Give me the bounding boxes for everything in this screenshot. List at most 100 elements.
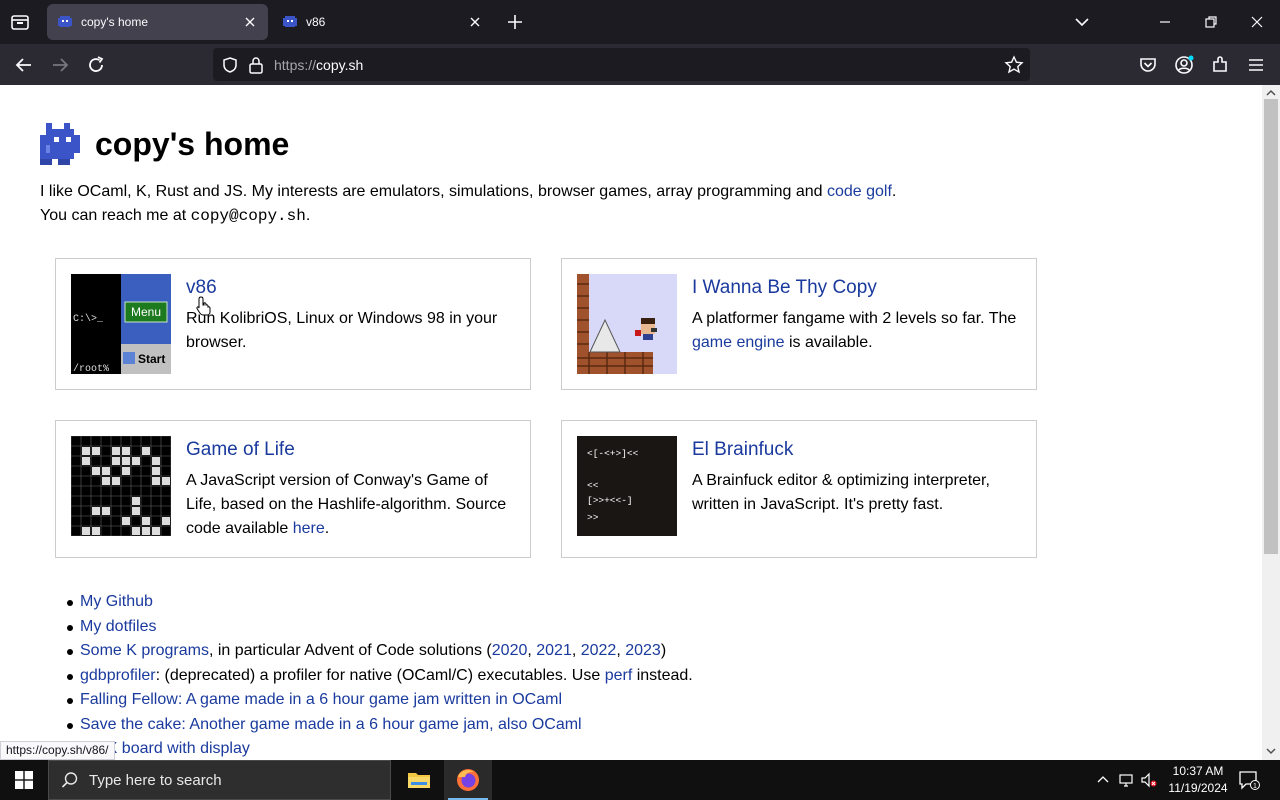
life-cell [102, 507, 110, 515]
hand-cursor-icon [196, 296, 211, 316]
scrollbar-thumb[interactable] [1264, 99, 1278, 554]
perf-link[interactable]: perf [605, 667, 633, 684]
aoc-2021-link[interactable]: 2021 [536, 642, 572, 659]
list-item: Falling Fellow: A game made in a 6 hour … [67, 688, 693, 713]
life-cell [132, 507, 140, 515]
life-cell [162, 517, 170, 525]
url-text[interactable]: https://copy.sh [274, 57, 363, 73]
card-title-iwbtc[interactable]: I Wanna Be Thy Copy [692, 277, 877, 299]
v86-thumbnail[interactable]: Menu C:\>_ /root% Start [71, 274, 171, 374]
life-cell [82, 457, 90, 465]
card-desc-game-of-life: A JavaScript version of Conway's Game of… [186, 472, 507, 537]
url-bar[interactable]: https://copy.sh [213, 48, 1030, 81]
card-title-game-of-life[interactable]: Game of Life [186, 439, 295, 461]
clock-time: 10:37 AM [1172, 764, 1224, 778]
life-cell [102, 477, 110, 485]
list-item: Some K programs, in particular Advent of… [67, 639, 693, 664]
aoc-2022-link[interactable]: 2022 [581, 642, 617, 659]
intro-line-1: I like OCaml, K, Rust and JS. My interes… [40, 183, 897, 200]
volume-muted-icon[interactable] [1141, 772, 1157, 788]
account-icon[interactable] [1173, 54, 1195, 76]
firefox-icon [457, 769, 479, 791]
taskbar-firefox[interactable] [444, 760, 492, 800]
bookmark-star-icon[interactable] [1004, 55, 1024, 75]
lock-icon[interactable] [248, 56, 264, 74]
game-engine-link[interactable]: game engine [692, 334, 785, 351]
intro-line-2: You can reach me at copy@copy.sh. [40, 207, 311, 225]
taskbar-search-box[interactable]: Type here to search [48, 760, 391, 800]
code-golf-link[interactable]: code golf [827, 183, 892, 200]
restore-icon[interactable] [1201, 12, 1221, 32]
scroll-up-icon[interactable] [1266, 88, 1276, 98]
new-tab-icon[interactable] [505, 12, 525, 32]
tray-chevron-up-icon[interactable] [1095, 772, 1111, 788]
save-the-cake-link[interactable]: Save the cake: Another game made in a 6 … [80, 716, 582, 733]
chevron-down-icon[interactable] [1072, 12, 1092, 32]
list-item: ...LIX board with display [67, 737, 693, 760]
v86-thumb-root: /root% [73, 363, 109, 374]
pocket-icon[interactable] [1137, 54, 1159, 76]
windows-logo-icon [15, 771, 33, 789]
links-list: My Github My dotfiles Some K programs, i… [67, 590, 693, 760]
start-button[interactable] [0, 760, 48, 800]
page-scrollbar[interactable] [1262, 85, 1280, 760]
life-cell [132, 527, 140, 535]
falling-fellow-link[interactable]: Falling Fellow: A game made in a 6 hour … [80, 691, 562, 708]
brainfuck-thumbnail[interactable]: <[-<+>]<< << [>>+<<-] >> [577, 436, 677, 536]
v86-thumb-prompt: C:\>_ [73, 313, 104, 325]
list-item: My dotfiles [67, 615, 693, 640]
close-tab-icon[interactable] [242, 14, 258, 30]
life-cell [122, 517, 130, 525]
aoc-2020-link[interactable]: 2020 [492, 642, 528, 659]
network-icon[interactable] [1118, 772, 1134, 788]
taskbar-clock[interactable]: 10:37 AM 11/19/2024 [1158, 763, 1238, 797]
close-tab-icon[interactable] [467, 14, 483, 30]
card-title-el-brainfuck[interactable]: El Brainfuck [692, 439, 793, 461]
page-header: copy's home [40, 123, 289, 165]
gdbprofiler-link[interactable]: gdbprofiler [80, 667, 156, 684]
close-window-icon[interactable] [1247, 12, 1267, 32]
v86-favicon-icon [283, 16, 297, 27]
copy-logo-icon [40, 123, 80, 165]
notification-count: 1 [1253, 783, 1257, 790]
extensions-icon[interactable] [1209, 54, 1231, 76]
bf-line-1: <[-<+>]<< [587, 448, 639, 459]
tab-list-icon[interactable] [8, 10, 32, 34]
tab-title: copy's home [81, 15, 148, 29]
reload-icon[interactable] [85, 54, 107, 76]
github-link[interactable]: My Github [80, 593, 153, 610]
notification-icon: 1 [1239, 771, 1260, 790]
k-programs-link[interactable]: Some K programs [80, 642, 209, 659]
forward-icon[interactable] [49, 54, 71, 76]
source-here-link[interactable]: here [293, 520, 325, 537]
bf-line-3: << [587, 480, 599, 491]
email-text: copy@copy.sh [190, 207, 306, 225]
card-desc-v86: Run KolibriOS, Linux or Windows 98 in yo… [186, 310, 498, 351]
card-game-of-life: Game of Life A JavaScript version of Con… [55, 420, 531, 558]
scroll-down-icon[interactable] [1266, 746, 1276, 756]
life-cell [92, 507, 100, 515]
life-cell [92, 527, 100, 535]
clock-date: 11/19/2024 [1168, 781, 1228, 795]
taskbar-file-explorer[interactable] [395, 760, 443, 800]
minimize-icon[interactable] [1155, 12, 1175, 32]
iwbtc-thumbnail[interactable] [577, 274, 677, 374]
list-item: My Github [67, 590, 693, 615]
tab-v86[interactable]: v86 [272, 4, 493, 40]
game-of-life-thumbnail[interactable] [71, 436, 171, 536]
card-el-brainfuck: <[-<+>]<< << [>>+<<-] >> El Brainfuck A … [561, 420, 1037, 558]
page-content: copy's home I like OCaml, K, Rust and JS… [0, 85, 1262, 760]
nav-bar: https://copy.sh [0, 44, 1280, 85]
dotfiles-link[interactable]: My dotfiles [80, 618, 156, 635]
notification-center-button[interactable]: 1 [1238, 770, 1260, 790]
life-cell [132, 497, 140, 505]
tracking-shield-icon[interactable] [221, 56, 239, 74]
card-i-wanna-be-thy-copy: I Wanna Be Thy Copy A platformer fangame… [561, 258, 1037, 390]
folder-icon [408, 773, 430, 788]
tab-copys-home[interactable]: copy's home [47, 4, 268, 40]
aoc-2023-link[interactable]: 2023 [625, 642, 661, 659]
bf-line-5: >> [587, 512, 599, 523]
back-icon[interactable] [13, 54, 35, 76]
menu-hamburger-icon[interactable] [1245, 54, 1267, 76]
life-cell [82, 527, 90, 535]
